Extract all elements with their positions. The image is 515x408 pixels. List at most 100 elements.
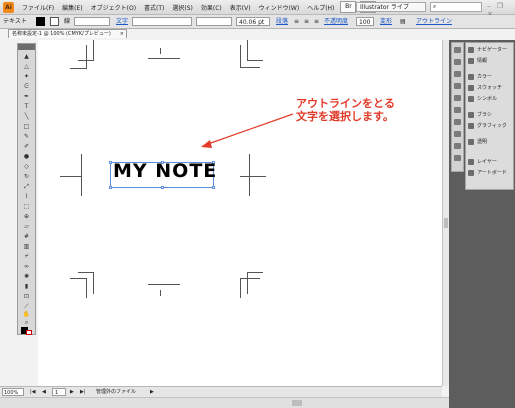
paragraph-link[interactable]: 段落 xyxy=(276,17,288,26)
align-right-icon[interactable]: ≡ xyxy=(314,17,319,26)
graph-tool-icon[interactable]: ▮ xyxy=(21,284,32,290)
menu-effect[interactable]: 効果(C) xyxy=(197,3,226,12)
selection-type-label: テキスト xyxy=(3,18,27,25)
annotation-text: アウトラインをとる 文字を選択します。 xyxy=(296,97,395,123)
paragraph-panel-icon[interactable] xyxy=(454,155,461,161)
transform-link[interactable]: 変形 xyxy=(380,17,392,26)
align-panel-icon[interactable] xyxy=(454,83,461,89)
lasso-tool-icon[interactable]: ᕮ xyxy=(21,84,32,90)
pen-tool-icon[interactable]: ✒ xyxy=(21,94,32,100)
blob-brush-tool-icon[interactable]: ● xyxy=(21,154,32,160)
mesh-tool-icon[interactable]: # xyxy=(21,234,32,240)
blend-tool-icon[interactable]: ∞ xyxy=(21,264,32,270)
paintbrush-tool-icon[interactable]: ✎ xyxy=(21,134,32,140)
gradient-tool-icon[interactable]: ▥ xyxy=(21,244,32,250)
hand-tool-icon[interactable]: ✋ xyxy=(21,312,32,318)
panel-label: カラー xyxy=(477,74,493,80)
panel-label: ブラシ xyxy=(477,112,492,118)
stroke-swatch[interactable] xyxy=(50,17,59,26)
search-input[interactable]: ⌕ xyxy=(430,2,482,12)
menu-object[interactable]: オブジェクト(O) xyxy=(87,3,140,12)
horizontal-scroll-thumb[interactable] xyxy=(292,400,302,406)
status-text[interactable]: 管理外のファイル xyxy=(96,388,136,396)
layers-icon xyxy=(468,158,474,165)
character-panel-icon[interactable] xyxy=(454,143,461,149)
color-guide-icon[interactable] xyxy=(454,47,461,53)
status-menu-icon[interactable]: ▶ xyxy=(150,388,154,396)
direct-selection-tool-icon[interactable]: △ xyxy=(21,64,32,70)
last-page-icon[interactable]: ▶| xyxy=(80,388,86,396)
panel-brushes[interactable]: ブラシ xyxy=(468,111,512,120)
vertical-scrollbar[interactable] xyxy=(442,40,449,386)
panel-artboards[interactable]: アートボード xyxy=(468,169,512,178)
menu-window[interactable]: ウィンドウ(W) xyxy=(255,3,304,12)
artboard-tool-icon[interactable]: ⊡ xyxy=(21,294,32,300)
stroke-panel-icon[interactable] xyxy=(454,107,461,113)
stroke-color-icon[interactable] xyxy=(26,330,32,335)
panel-swatches[interactable]: スウォッチ xyxy=(468,84,512,93)
previous-page-icon[interactable]: ◀ xyxy=(42,388,46,396)
horizontal-scrollbar[interactable] xyxy=(0,397,449,408)
zoom-field[interactable]: 100% xyxy=(2,388,24,396)
font-size-field[interactable]: 40.06 pt xyxy=(236,17,270,26)
menu-view[interactable]: 表示(V) xyxy=(226,3,255,12)
character-link[interactable]: 文字 xyxy=(116,17,128,26)
perspective-grid-tool-icon[interactable]: ▱ xyxy=(21,224,32,230)
panel-graphics[interactable]: グラフィック xyxy=(468,122,512,131)
symbol-sprayer-tool-icon[interactable]: ✺ xyxy=(21,274,32,280)
magic-wand-tool-icon[interactable]: ✦ xyxy=(21,74,32,80)
app-icon[interactable]: Ai xyxy=(3,1,14,13)
align-left-icon[interactable]: ≡ xyxy=(294,17,299,26)
menu-select[interactable]: 選択(S) xyxy=(168,3,197,12)
panel-layers[interactable]: レイヤー xyxy=(468,158,512,167)
slice-tool-icon[interactable]: ⟋ xyxy=(21,304,32,310)
menu-help[interactable]: ヘルプ(H) xyxy=(303,3,338,12)
font-family-field[interactable] xyxy=(132,17,192,26)
tools-panel-header[interactable] xyxy=(18,44,35,50)
next-page-icon[interactable]: ▶ xyxy=(70,388,74,396)
eyedropper-tool-icon[interactable]: ⌿ xyxy=(21,254,32,260)
scale-tool-icon[interactable]: ⤢ xyxy=(21,184,32,190)
opacity-link[interactable]: 不透明度 xyxy=(324,17,348,26)
align-center-icon[interactable]: ≡ xyxy=(304,17,309,26)
first-page-icon[interactable]: |◀ xyxy=(30,388,36,396)
page-field[interactable]: 1 xyxy=(52,388,66,396)
workspace-switcher[interactable]: Illustrator ライブ xyxy=(356,2,426,12)
zoom-tool-icon[interactable]: ⌕ xyxy=(21,320,32,326)
rectangle-tool-icon[interactable]: □ xyxy=(21,124,32,130)
opacity-field[interactable]: 100 xyxy=(356,17,374,26)
annotation-line-2: 文字を選択します。 xyxy=(296,110,394,123)
panel-transparency[interactable]: 透明 xyxy=(468,138,512,147)
panel-navigator[interactable]: ナビゲーター xyxy=(468,46,512,55)
free-transform-tool-icon[interactable]: ⬚ xyxy=(21,204,32,210)
create-outlines-link[interactable]: アウトライン xyxy=(416,17,452,26)
font-style-field[interactable] xyxy=(196,17,232,26)
type-tool-icon[interactable]: T xyxy=(21,104,32,110)
panel-color[interactable]: カラー xyxy=(468,73,512,82)
links-panel-icon[interactable] xyxy=(454,131,461,137)
shape-builder-tool-icon[interactable]: ⊕ xyxy=(21,214,32,220)
appearance-icon[interactable] xyxy=(454,59,461,65)
menu-type[interactable]: 書式(T) xyxy=(140,3,168,12)
vertical-scroll-thumb[interactable] xyxy=(444,218,448,228)
pencil-tool-icon[interactable]: ✐ xyxy=(21,144,32,150)
panel-symbols[interactable]: シンボル xyxy=(468,95,512,104)
document-tab[interactable]: 名称未設定-1 @ 100% (CMYK/プレビュー) × xyxy=(8,29,127,38)
arrange-icon[interactable]: ▤ xyxy=(400,17,406,26)
pathfinder-icon[interactable] xyxy=(454,95,461,101)
line-tool-icon[interactable]: ╲ xyxy=(21,114,32,120)
gradient-panel-icon[interactable] xyxy=(454,119,461,125)
menu-edit[interactable]: 編集(E) xyxy=(58,3,86,12)
close-icon[interactable]: × xyxy=(120,30,124,38)
stroke-weight-field[interactable] xyxy=(74,17,110,26)
menu-file[interactable]: ファイル(F) xyxy=(18,3,58,12)
artboard-canvas[interactable]: MY NOTE アウトラインをとる 文字を選択します。 xyxy=(38,40,442,386)
graphic-styles-icon[interactable] xyxy=(454,71,461,77)
rotate-tool-icon[interactable]: ↻ xyxy=(21,174,32,180)
panel-info[interactable]: 情報 xyxy=(468,57,512,66)
bridge-button[interactable]: Br xyxy=(340,1,357,13)
fill-swatch[interactable] xyxy=(36,17,45,26)
width-tool-icon[interactable]: ⌇ xyxy=(21,194,32,200)
eraser-tool-icon[interactable]: ◇ xyxy=(21,164,32,170)
selection-tool-icon[interactable]: ▲ xyxy=(21,54,32,60)
